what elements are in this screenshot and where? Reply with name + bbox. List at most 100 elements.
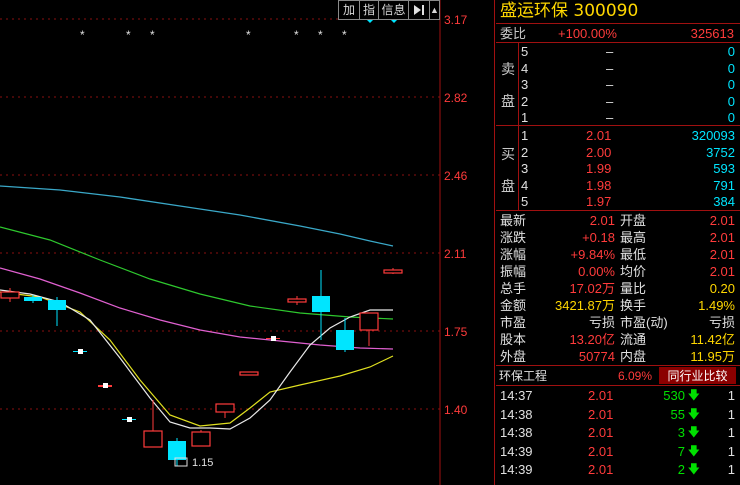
info-button[interactable]: 信息: [378, 0, 409, 20]
star-marker: *: [126, 28, 131, 42]
tick-row[interactable]: 14:38 2.01 3 🡇 1: [496, 424, 740, 441]
svg-text:1.15: 1.15: [192, 457, 213, 469]
stat-label-left: 金额: [500, 298, 527, 313]
stat-value-right: 11.42亿: [690, 332, 735, 347]
stat-value-left: 17.02万: [569, 281, 615, 296]
level-price: 1.97: [586, 194, 612, 209]
sell-level-row[interactable]: 4 – 0: [496, 60, 740, 77]
weibi-row: 委比 +100.00% 325613: [496, 25, 740, 42]
ma-line-yellow: [0, 291, 394, 427]
level-number: 2: [521, 144, 529, 160]
sell-level-row[interactable]: 1 – 0: [496, 109, 740, 126]
tick-time: 14:37: [500, 388, 533, 403]
stat-value-left: +0.18: [582, 230, 615, 245]
level-price: 2.01: [586, 128, 612, 143]
tick-volume: 530: [663, 388, 685, 403]
tick-price: 2.01: [588, 388, 614, 403]
collapse-button[interactable]: ▲: [429, 0, 440, 20]
buy-level-row[interactable]: 4 1.98 791: [496, 177, 740, 194]
sell-level-row[interactable]: 2 – 0: [496, 93, 740, 110]
level-price: –: [606, 60, 614, 76]
stat-label-right: 流通: [620, 332, 647, 347]
level-volume: 0: [727, 77, 735, 92]
level-volume: 0: [727, 60, 735, 76]
stat-row: 股本 13.20亿 流通 11.42亿: [496, 331, 740, 348]
candle-body: [168, 441, 186, 460]
price-label: 1.40: [444, 403, 468, 417]
price-label: 2.82: [444, 91, 468, 105]
level-number: 4: [521, 177, 529, 193]
tick-row[interactable]: 14:39 2.01 7 🡇 1: [496, 443, 740, 460]
sell-book: 卖 盘 5–0 4–0 3–0 2–0 1–0: [496, 43, 740, 125]
level-volume: 0: [727, 93, 735, 109]
star-marker: *: [80, 28, 85, 42]
down-arrow-icon: 🡇: [687, 425, 700, 439]
stat-value-left: 0.00%: [578, 264, 615, 279]
candle-body: [312, 296, 330, 312]
buy-level-row[interactable]: 1 2.01 320093: [496, 127, 740, 144]
stat-label-left: 外盘: [500, 349, 527, 364]
star-marker: *: [318, 28, 323, 42]
tick-count: 1: [727, 406, 735, 422]
level-price: 2.00: [586, 144, 612, 160]
stat-row: 外盘 50774 内盘 11.95万: [496, 348, 740, 365]
expand-button[interactable]: [408, 0, 430, 20]
tick-row[interactable]: 14:37 2.01 530 🡇 1: [496, 387, 740, 404]
level-price: –: [606, 93, 614, 109]
kline-chart[interactable]: 3.17 2.82 2.46 2.11 1.75 1.40 * * * * * * * 1.15: [0, 0, 495, 485]
level-price: 1.99: [586, 161, 612, 176]
stock-name: 盛运环保: [500, 1, 568, 21]
buy-book: 买 盘 1 2.01 320093 2 2.00 3752 3 1.99 593 4 1.98 791…: [496, 126, 740, 210]
tick-time: 14:39: [500, 462, 533, 477]
candle-body: [287, 298, 307, 303]
stock-title: 盛运环保 300090: [500, 0, 638, 22]
buy-level-row[interactable]: 2 2.00 3752: [496, 144, 740, 161]
sell-level-row[interactable]: 3 – 0: [496, 76, 740, 93]
index-button[interactable]: 指: [359, 0, 379, 20]
stat-row: 最新 2.01 开盘 2.01: [496, 212, 740, 229]
tick-volume: 3: [677, 425, 685, 440]
tick-count: 1: [727, 388, 735, 403]
price-label: 2.11: [444, 247, 467, 261]
candle-body: [191, 431, 211, 447]
stat-value-right: 2.01: [709, 264, 735, 279]
stat-label-left: 最新: [500, 213, 527, 228]
level-price: –: [606, 110, 614, 125]
tick-row[interactable]: 14:39 2.01 2 🡇 1: [496, 461, 740, 478]
level-number: 3: [521, 77, 529, 92]
price-grid: [0, 18, 440, 410]
price-label: 1.75: [444, 325, 468, 339]
tick-time: 14:38: [500, 425, 533, 440]
candlesticks: [0, 268, 403, 466]
level-volume: 593: [713, 161, 735, 176]
candle-body: [0, 291, 20, 299]
stat-label-right: 换手: [620, 298, 647, 313]
buy-level-row[interactable]: 5 1.97 384: [496, 193, 740, 210]
stat-label-right: 最高: [620, 230, 647, 245]
add-button[interactable]: 加: [338, 0, 360, 20]
tick-time: 14:38: [500, 406, 533, 422]
buy-level-row[interactable]: 3 1.99 593: [496, 160, 740, 177]
candle-dot: [78, 349, 83, 354]
stock-code: 300090: [573, 1, 639, 21]
down-arrow-icon: 🡇: [687, 388, 700, 402]
tick-row[interactable]: 14:38 2.01 55 🡇 1: [496, 406, 740, 423]
candle-body: [239, 371, 259, 376]
level-volume: 320093: [691, 128, 735, 143]
level-number: 5: [521, 44, 529, 59]
level-price: –: [606, 44, 614, 59]
tick-price: 2.01: [588, 406, 614, 422]
level-volume: 384: [713, 194, 735, 209]
candle-dot: [271, 336, 276, 341]
sell-level-row[interactable]: 5 – 0: [496, 43, 740, 60]
stat-label-left: 总手: [500, 281, 527, 296]
stat-row: 涨跌 +0.18 最高 2.01: [496, 229, 740, 246]
stat-row: 涨幅 +9.84% 最低 2.01: [496, 246, 740, 263]
compare-button[interactable]: 同行业比较: [659, 367, 736, 384]
sector-row: 环保工程 6.09% 同行业比较: [496, 367, 740, 385]
stat-value-right: 11.95万: [690, 349, 735, 364]
level-number: 1: [521, 110, 529, 125]
level-volume: 3752: [706, 144, 735, 160]
stat-label-left: 振幅: [500, 264, 527, 279]
level-number: 4: [521, 60, 529, 76]
